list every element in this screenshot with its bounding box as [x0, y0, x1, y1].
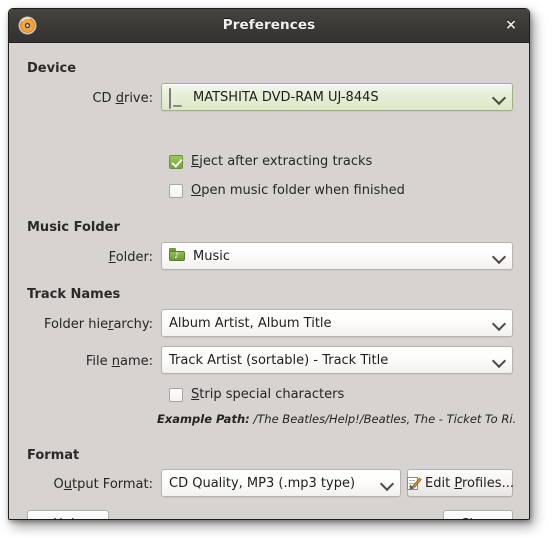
strip-special-characters-label: Strip special characters	[191, 387, 345, 402]
file-name-label: File name:	[85, 354, 153, 369]
dialog-content: Device CD drive: MATSHITA DVD-RAM UJ-844…	[9, 43, 529, 519]
eject-after-extracting-label: Eject after extracting tracks	[191, 154, 373, 169]
preferences-dialog: Preferences × Device CD drive: MATSHITA …	[8, 8, 530, 520]
open-music-folder-label: Open music folder when finished	[191, 183, 405, 198]
folder-hierarchy-label: Folder hierarchy:	[43, 317, 153, 332]
music-folder-icon: ♪	[169, 248, 187, 264]
help-label: Help	[53, 517, 83, 519]
track-names-group-title: Track Names	[27, 287, 121, 302]
optical-drive-icon	[169, 88, 187, 109]
checkbox-box	[169, 154, 183, 169]
chevron-down-icon	[492, 249, 506, 263]
chevron-down-icon	[492, 353, 506, 367]
checkbox-box	[169, 183, 183, 198]
file-name-combobox[interactable]: Track Artist (sortable) - Track Title	[161, 346, 513, 374]
output-format-label: Output Format:	[53, 477, 154, 492]
edit-profiles-button[interactable]: Edit Profiles...	[406, 469, 514, 497]
file-name-value: Track Artist (sortable) - Track Title	[169, 352, 389, 368]
close-icon[interactable]: ×	[499, 13, 523, 37]
format-group-title: Format	[27, 448, 80, 463]
folder-hierarchy-value: Album Artist, Album Title	[169, 315, 332, 331]
output-format-combobox[interactable]: CD Quality, MP3 (.mp3 type)	[161, 469, 401, 497]
chevron-down-icon	[492, 316, 506, 330]
output-format-value: CD Quality, MP3 (.mp3 type)	[169, 475, 356, 491]
chevron-down-icon	[380, 476, 394, 490]
folder-label: Folder:	[108, 250, 153, 265]
checkbox-box	[169, 387, 183, 402]
open-music-folder-checkbox[interactable]: Open music folder when finished	[169, 183, 405, 198]
edit-profiles-label: Edit Profiles...	[425, 475, 514, 491]
example-path-value: /The Beatles/Help!/Beatles, The - Ticket…	[253, 412, 515, 426]
music-folder-combobox[interactable]: ♪ Music	[161, 242, 513, 270]
close-label: Close	[460, 517, 495, 519]
pencil-edit-icon	[406, 476, 422, 491]
strip-special-characters-checkbox[interactable]: Strip special characters	[169, 387, 344, 402]
example-path: Example Path: /The Beatles/Help!/Beatles…	[157, 412, 515, 426]
help-button[interactable]: Help	[27, 510, 109, 519]
chevron-down-icon	[492, 90, 506, 104]
folder-hierarchy-combobox[interactable]: Album Artist, Album Title	[161, 309, 513, 337]
cd-drive-combobox[interactable]: MATSHITA DVD-RAM UJ-844S	[161, 83, 513, 111]
cd-drive-label: CD drive:	[92, 91, 153, 106]
example-path-label: Example Path:	[157, 412, 250, 426]
music-folder-value: Music	[193, 248, 230, 264]
eject-after-extracting-checkbox[interactable]: Eject after extracting tracks	[169, 154, 372, 169]
title-bar: Preferences ×	[9, 9, 529, 43]
music-folder-group-title: Music Folder	[27, 220, 120, 235]
close-button[interactable]: Close	[443, 510, 513, 519]
device-group-title: Device	[27, 61, 77, 76]
cd-drive-value: MATSHITA DVD-RAM UJ-844S	[193, 89, 379, 105]
window-title: Preferences	[222, 17, 316, 33]
